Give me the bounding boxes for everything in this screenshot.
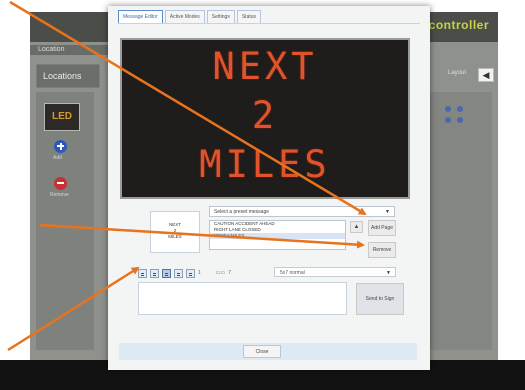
led-sign-thumbnail[interactable]: LED <box>44 103 80 131</box>
font-size-icon[interactable]: ▭▭ <box>216 270 225 276</box>
preset-select-value: Select a preset message <box>214 209 270 215</box>
preset-message-select[interactable]: Select a preset message ▼ <box>209 206 395 217</box>
remove-button[interactable]: Remove <box>368 242 396 258</box>
app-logo: controller <box>428 18 489 32</box>
locations-button[interactable]: Locations <box>36 64 100 88</box>
sign-line-2: 2 <box>251 94 279 137</box>
preview-line-3: MILES <box>168 234 182 239</box>
chevron-down-icon: ▼ <box>386 270 391 276</box>
text-format-toolbar: 1 ▭▭ 7 <box>138 267 231 279</box>
list-icon[interactable] <box>186 268 195 278</box>
tab-message-editor[interactable]: Message Editor <box>118 10 163 23</box>
layout-toggle-icon[interactable]: ◀ <box>478 68 494 82</box>
align-left-icon[interactable] <box>138 268 147 278</box>
add-icon[interactable] <box>54 140 67 153</box>
remove-icon[interactable] <box>54 177 67 190</box>
layout-label: Layout <box>448 70 467 76</box>
right-column <box>430 92 492 350</box>
add-caption: Add <box>53 155 62 161</box>
tab-status[interactable]: Status <box>236 10 262 23</box>
send-to-sign-button[interactable]: Send to Sign <box>356 283 404 315</box>
move-up-button[interactable]: ▲ <box>350 221 363 233</box>
message-text-input[interactable] <box>138 282 347 315</box>
sign-line-1: NEXT <box>212 45 318 88</box>
sign-display: NEXT 2 MILES <box>120 38 410 199</box>
add-page-button[interactable]: Add Page <box>368 220 396 236</box>
tab-bar: Message Editor Active Modes Settings Sta… <box>118 10 262 24</box>
message-editor-dialog: Message Editor Active Modes Settings Sta… <box>108 6 430 370</box>
message-list[interactable]: CAUTION ACCIDENT AHEAD RIGHT LANE CLOSED… <box>209 220 346 250</box>
font-select[interactable]: 5x7 normal ▼ <box>274 267 396 277</box>
chevron-down-icon: ▼ <box>385 209 390 215</box>
tab-active-modes[interactable]: Active Modes <box>164 10 205 23</box>
justify-icon[interactable] <box>174 268 183 278</box>
font-size-value: 7 <box>228 270 232 276</box>
tab-divider <box>118 23 420 24</box>
align-center-icon[interactable] <box>150 268 159 278</box>
arrow-up-icon: ▲ <box>353 224 360 230</box>
grid-icon[interactable] <box>445 106 473 126</box>
page-preview-thumbnail[interactable]: NEXT 2 MILES <box>150 211 200 253</box>
list-item[interactable]: NEXT 2 MILES <box>210 233 345 239</box>
page-number: 1 <box>198 270 201 276</box>
font-select-value: 5x7 normal <box>280 270 305 276</box>
close-button[interactable]: Close <box>243 345 281 358</box>
app-subheader: Location <box>30 45 118 55</box>
tab-settings[interactable]: Settings <box>206 10 235 23</box>
remove-caption: Remove <box>50 192 69 198</box>
align-right-icon[interactable] <box>162 268 171 278</box>
sign-line-3: MILES <box>199 143 331 186</box>
